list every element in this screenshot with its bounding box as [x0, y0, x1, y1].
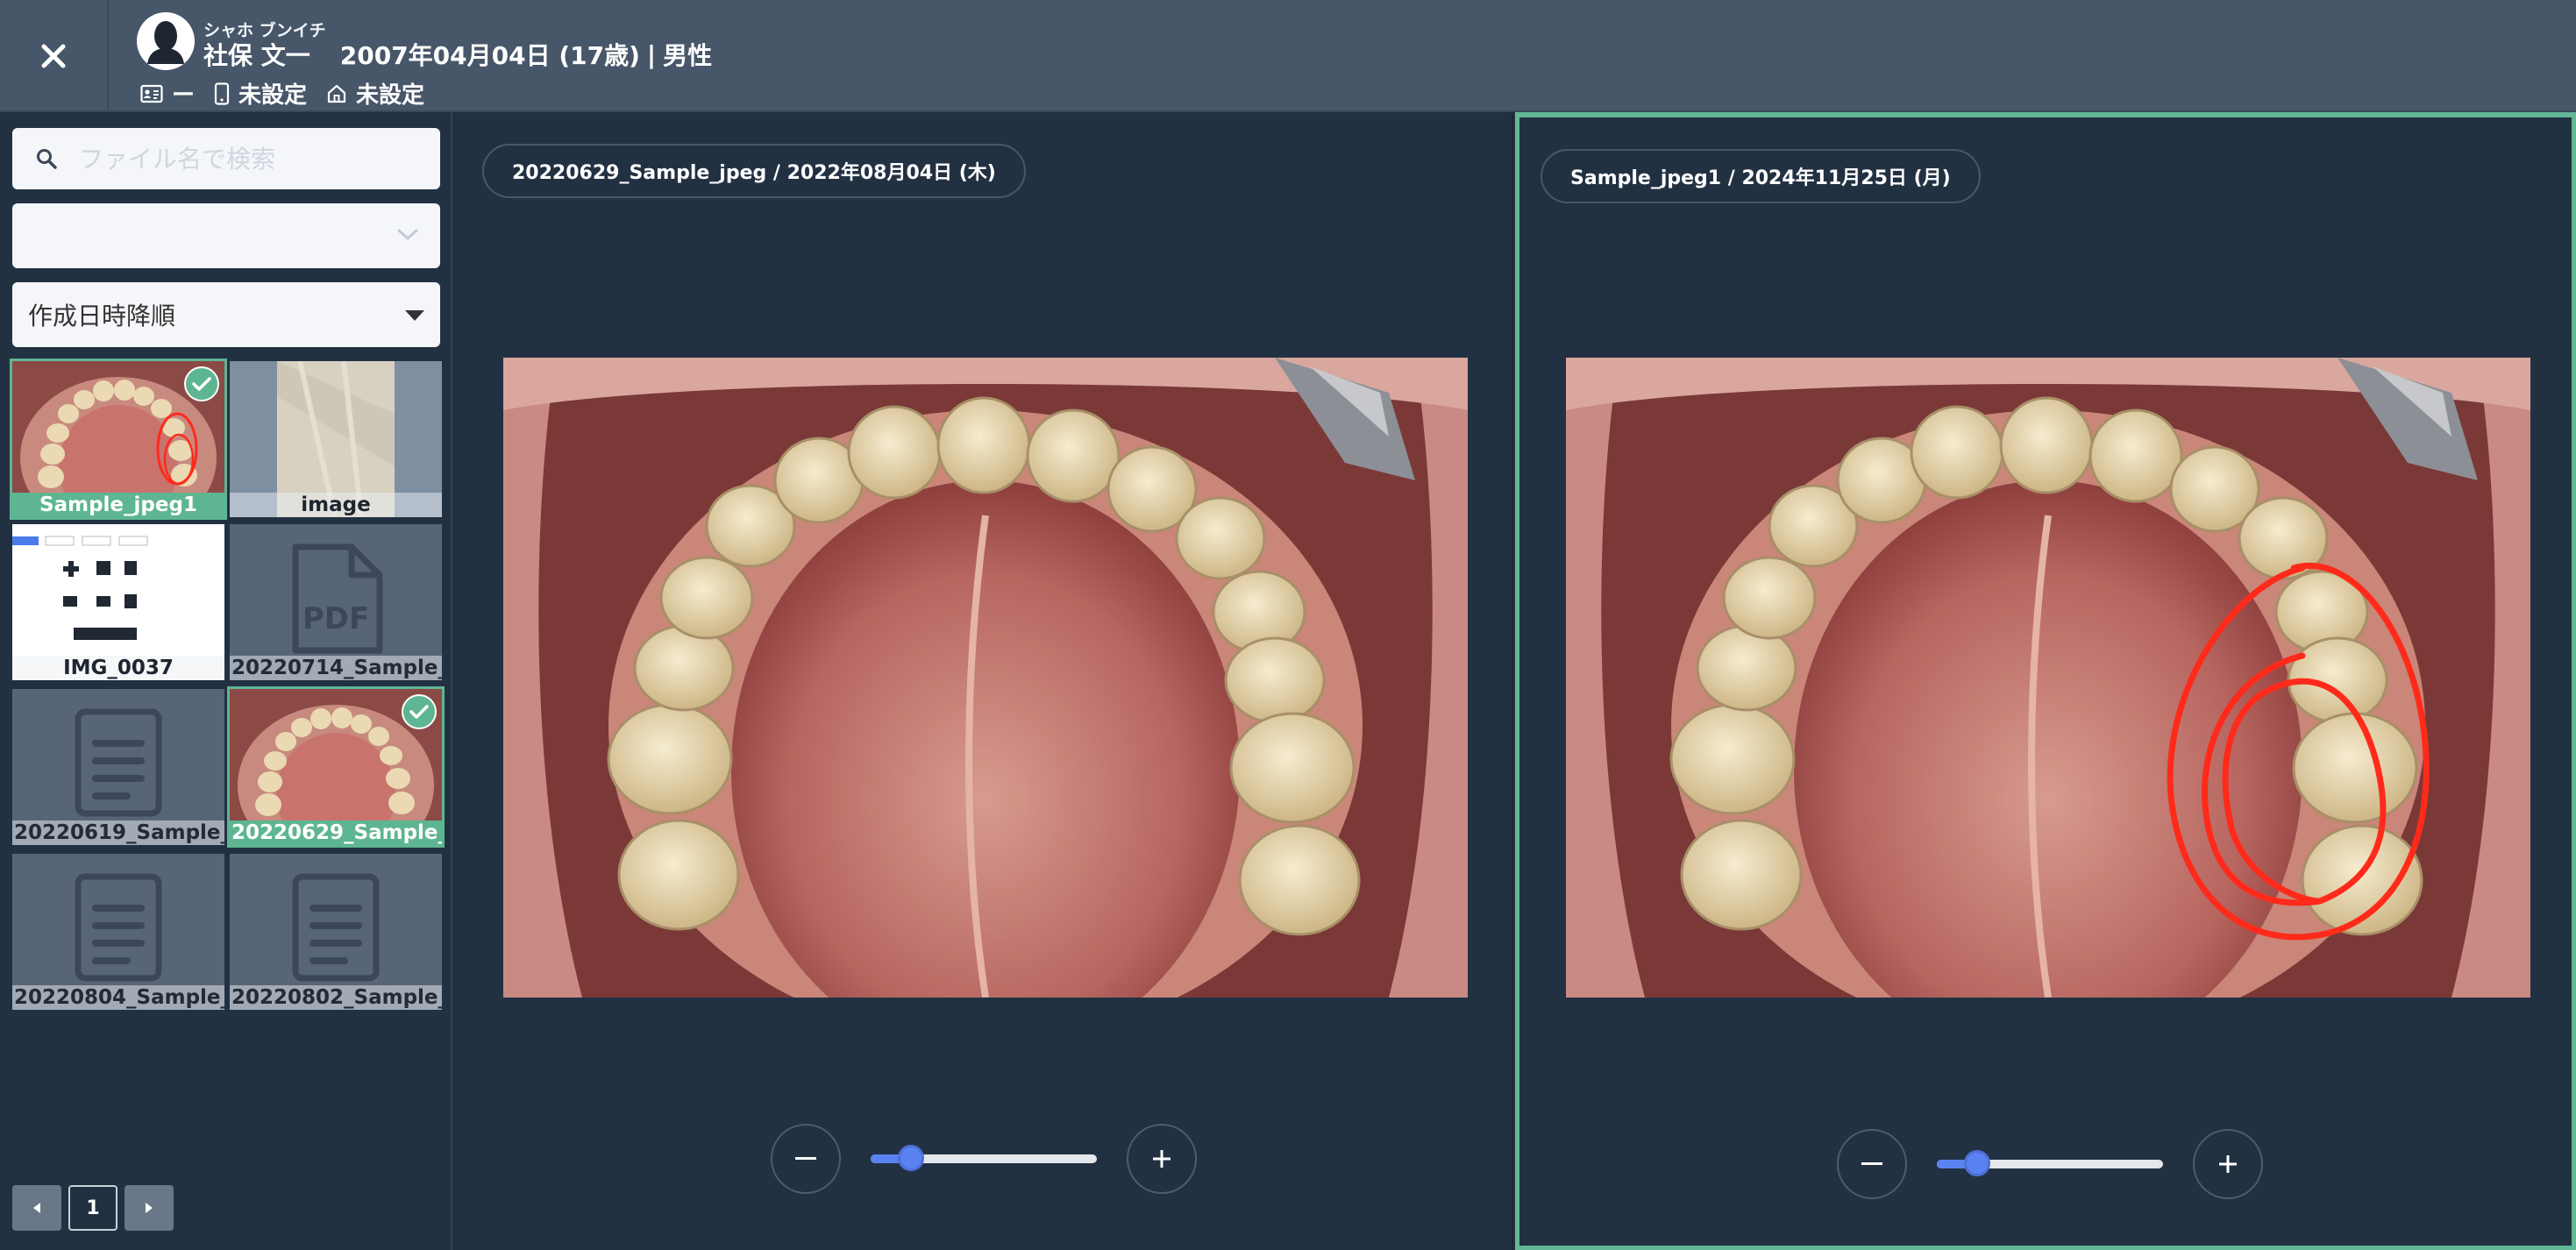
thumbnail-label: 20220619_Sample_excel [12, 820, 224, 845]
patient-contact: ー 未設定 未設定 [140, 77, 444, 110]
pdf-label: PDF [302, 601, 370, 636]
dental-photo-image-annotated [1566, 358, 2530, 998]
gender: 男性 [663, 41, 713, 70]
user-avatar-icon [147, 21, 184, 64]
patient-name: 社保 文一 [203, 41, 310, 70]
zoom-controls [545, 1122, 1422, 1196]
thumbnail-label: IMG_0037 [12, 656, 224, 680]
file-thumbnail[interactable]: image [230, 361, 442, 517]
zoom-slider-handle[interactable] [1964, 1150, 1991, 1176]
patient-phone: 未設定 [238, 82, 308, 109]
document-icon-wrap [12, 708, 224, 817]
plus-icon [1153, 1150, 1171, 1168]
zoom-out-button[interactable] [771, 1124, 841, 1194]
document-icon [75, 873, 162, 982]
image-viewer-left: 20220629_Sample_jpeg / 2022年08月04日 (木) [454, 112, 1513, 1250]
arrow-right-icon [146, 1203, 153, 1213]
document-icon [292, 873, 380, 982]
search-box [12, 128, 440, 189]
zoom-out-button[interactable] [1837, 1129, 1907, 1199]
check-icon [192, 377, 211, 391]
zoom-slider-handle[interactable] [898, 1145, 925, 1171]
thumbnail-label: Sample_jpeg1 [12, 493, 224, 517]
summary-separator: | [646, 39, 657, 69]
caret-down-icon [405, 310, 424, 321]
page-number-button[interactable]: 1 [68, 1185, 117, 1231]
dental-photo[interactable] [503, 358, 1468, 998]
category-filter-select[interactable] [12, 203, 440, 268]
search-input[interactable] [79, 144, 412, 174]
viewer-title: 20220629_Sample_jpeg / 2022年08月04日 (木) [482, 144, 1026, 198]
pagination: 1 [12, 1185, 174, 1231]
selected-check-badge [184, 366, 219, 401]
check-icon [409, 705, 429, 719]
pdf-file-icon-wrap [230, 543, 442, 654]
document-icon-wrap [12, 873, 224, 982]
minus-icon [1861, 1162, 1882, 1165]
pdf-file-icon [292, 543, 383, 654]
minus-icon [795, 1157, 816, 1160]
phone-icon [214, 82, 230, 105]
viewer-title: Sample_jpeg1 / 2024年11月25日 (月) [1541, 149, 1981, 203]
file-thumbnail[interactable]: IMG_0037 [12, 524, 224, 680]
close-icon [41, 44, 66, 68]
document-icon-wrap [230, 873, 442, 982]
thumbnail-label: 20220629_Sample_jpeg [230, 820, 442, 845]
birth-date: 2007年04月04日 (17歳) [339, 41, 640, 70]
file-thumbnail[interactable]: PDF 20220714_Sample_pdf [230, 524, 442, 680]
prev-page-button[interactable] [12, 1185, 61, 1231]
sort-order-value: 作成日時降順 [28, 302, 176, 330]
zoom-in-button[interactable] [2193, 1129, 2263, 1199]
patient-address: 未設定 [356, 82, 425, 109]
file-thumbnail[interactable]: 20220619_Sample_excel [12, 689, 224, 845]
dental-photo[interactable] [1566, 358, 2530, 998]
zoom-slider[interactable] [1937, 1150, 2163, 1176]
close-button[interactable] [0, 0, 109, 112]
patient-header: シャホ ブンイチ 社保 文一 2007年04月04日 (17歳) | 男性 ー … [0, 0, 2576, 112]
chevron-down-icon [397, 229, 418, 241]
id-card-icon [140, 84, 163, 103]
patient-summary: 社保 文一 2007年04月04日 (17歳) | 男性 [203, 37, 712, 72]
plus-icon [2219, 1155, 2237, 1173]
thumbnail-label: 20220804_Sample_csv [12, 985, 224, 1010]
thumbnail-label: image [230, 493, 442, 517]
selected-check-badge [402, 694, 437, 729]
arrow-left-icon [33, 1203, 40, 1213]
thumbnail-label: 20220802_Sample_word [230, 985, 442, 1010]
image-viewer-right: Sample_jpeg1 / 2024年11月25日 (月) [1515, 112, 2576, 1250]
zoom-in-button[interactable] [1127, 1124, 1197, 1194]
search-icon [37, 149, 57, 169]
home-icon [327, 84, 346, 103]
document-icon [75, 708, 162, 817]
sort-order-select[interactable]: 作成日時降順 [12, 282, 440, 347]
file-thumbnail[interactable]: Sample_jpeg1 [10, 359, 227, 520]
file-thumbnail[interactable]: 20220629_Sample_jpeg [227, 686, 445, 848]
zoom-controls [1612, 1127, 2488, 1201]
file-thumbnail[interactable]: 20220804_Sample_csv [12, 854, 224, 1010]
file-thumbnail[interactable]: 20220802_Sample_word [230, 854, 442, 1010]
zoom-slider[interactable] [871, 1145, 1097, 1171]
dental-photo-image [503, 358, 1468, 998]
avatar [137, 12, 195, 70]
file-sidebar: 作成日時降順 Sample_jpeg1 [0, 112, 452, 1250]
next-page-button[interactable] [125, 1185, 174, 1231]
thumbnail-label: 20220714_Sample_pdf [230, 656, 442, 680]
patient-id: ー [172, 82, 196, 109]
